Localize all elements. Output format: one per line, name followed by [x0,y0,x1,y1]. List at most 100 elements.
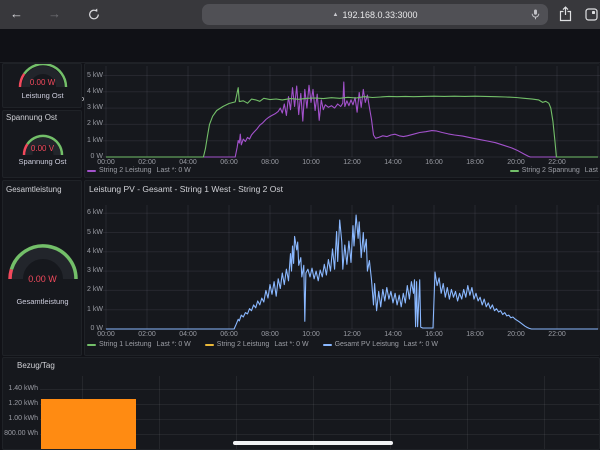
browser-back-button[interactable]: ← [10,5,23,23]
legend-last: Last *: 0 W [274,341,309,348]
home-indicator[interactable] [233,441,393,445]
y-tick-label: 1.00 kWh [8,415,38,422]
x-tick-label: 20:00 [507,331,525,338]
panel-title: Gesamtleistung [6,185,62,194]
legend-label: String 2 Spannung [521,167,580,174]
legend-dash [204,343,214,346]
panel-spannung-ost: Spannung Ost 0.00 V Spannung Ost [2,110,82,178]
gauge-value: 0.00 W [29,78,56,87]
legend-last: Last *: 0 W [156,341,191,348]
gridline-v [236,376,237,449]
y-tick-label: 3 kW [87,267,103,275]
panel-title: Spannung Ost [6,113,58,122]
x-tick-label: 20:00 [507,159,525,166]
legend-item[interactable]: String 2 Leistung Last *: 0 W [87,167,191,174]
gridline-v [544,376,545,449]
legend-item[interactable]: String 2 Leistung Last *: 0 W [204,341,309,348]
legend-dash [509,169,519,172]
legend-label: String 2 Leistung [216,341,270,348]
y-tick-label: 1.20 kWh [8,400,38,407]
legend-last: Last *: 0 W [156,167,191,174]
y-tick-label: 4 kW [87,87,103,95]
gauge-label: Gesamtleistung [16,297,69,306]
x-tick-label: 06:00 [220,331,238,338]
y-tick-label: 800.00 Wh [4,430,38,437]
ipad-screen: ← → ▲ 192.168.0.33:3000 0.00 W Leistung … [0,0,600,450]
gridline-v [467,376,468,449]
y-tick-label: 2 kW [87,286,103,294]
legend-label: Gesamt PV Leistung [334,341,399,348]
plot-area[interactable] [85,181,600,331]
x-tick-label: 02:00 [138,159,156,166]
legend-label: String 2 Leistung [99,167,152,174]
x-tick-label: 10:00 [302,159,320,166]
grafana-topnav: Search or jump to... cmd+k + ? [0,29,600,73]
x-tick-label: 04:00 [179,159,197,166]
x-tick-label: 08:00 [261,159,279,166]
browser-forward-button[interactable]: → [48,5,61,23]
browser-reload-icon[interactable] [88,8,100,21]
plot-area[interactable] [85,64,600,159]
url-bar[interactable]: ▲ 192.168.0.33:3000 [202,4,548,25]
panel-string2-chart[interactable]: 5 kW 4 kW 3 kW 2 kW 1 kW 0 W 00:00 02:00 04:00 06… [84,63,600,178]
x-tick-label: 14:00 [384,331,402,338]
y-tick-label: 1.40 kWh [8,385,38,392]
panel-gesamtleistung: Gesamtleistung 0.00 W Gesamtleistung [2,180,82,356]
browser-toolbar: ← → ▲ 192.168.0.33:3000 [0,0,600,29]
gauge-value: 0.00 W [28,274,57,284]
legend-item[interactable]: String 2 Spannung Last [509,167,598,174]
legend-item[interactable]: Gesamt PV Leistung Last *: 0 W [322,341,438,348]
gauge-svg [8,244,78,280]
x-tick-label: 04:00 [179,331,197,338]
y-tick-label: 1 kW [87,305,103,313]
x-tick-label: 00:00 [97,331,115,338]
x-tick-label: 16:00 [425,159,443,166]
tabs-icon[interactable] [585,8,598,21]
x-tick-label: 00:00 [97,159,115,166]
bar-2024-05-23[interactable] [41,398,136,449]
dashboard-toolbar: Home › Dashboards › Huawei_CK_I ★ ⚙ Add … [0,45,600,106]
gauge-label: Leistung Ost [21,91,64,100]
panel-bezug-tag-chart[interactable]: Bezug/Tag 1.40 kWh 1.20 kWh 1.00 kWh 800.00… [2,357,600,450]
gauge-arc [3,241,81,293]
legend-last: Last *: 0 W [403,341,438,348]
gridline-h [40,389,599,390]
legend-dash [87,169,96,172]
legend-item[interactable]: String 1 Leistung Last *: 0 W [87,341,191,348]
x-tick-label: 12:00 [343,159,361,166]
y-tick-label: 6 kW [87,209,103,217]
url-text: 192.168.0.33:3000 [342,9,418,20]
x-tick-label: 10:00 [302,331,320,338]
gridline-v [313,376,314,449]
x-tick-label: 22:00 [548,331,566,338]
gauge-label: Spannung Ost [18,157,67,166]
gridline-v [390,376,391,449]
y-tick-label: 5 kW [87,228,103,236]
x-tick-label: 06:00 [220,159,238,166]
y-tick-label: 2 kW [87,120,103,128]
x-tick-label: 18:00 [466,331,484,338]
insecure-warning-icon: ▲ [332,11,339,18]
x-tick-label: 18:00 [466,159,484,166]
share-icon[interactable] [559,6,572,22]
x-tick-label: 16:00 [425,331,443,338]
y-tick-label: 5 kW [87,71,103,79]
panel-title: Bezug/Tag [17,361,55,370]
y-tick-label: 3 kW [87,104,103,112]
legend-last: Last [584,167,598,174]
x-tick-label: 14:00 [384,159,402,166]
gridline-v [159,376,160,449]
y-tick-label: 4 kW [87,247,103,255]
x-tick-label: 02:00 [138,331,156,338]
legend-row: String 1 Leistung Last *: 0 W String 2 Lei… [87,341,438,348]
x-tick-label: 08:00 [261,331,279,338]
x-tick-label: 22:00 [548,159,566,166]
panel-leistung-ost: 0.00 W Leistung Ost [2,63,82,108]
gauge-value: 0.00 V [30,144,55,153]
mic-icon[interactable] [531,9,540,20]
legend-dash [87,343,96,346]
x-tick-label: 12:00 [343,331,361,338]
legend-dash [322,343,332,346]
y-tick-label: 1 kW [87,136,103,144]
panel-leistung-pv-chart[interactable]: Leistung PV - Gesamt - String 1 West - S… [84,180,600,356]
